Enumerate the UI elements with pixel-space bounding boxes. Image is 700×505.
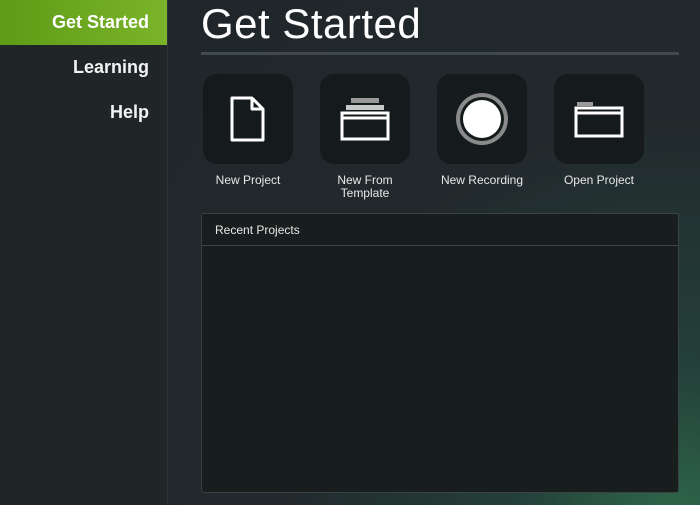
document-icon bbox=[230, 96, 265, 142]
recent-projects-panel: Recent Projects bbox=[201, 213, 679, 493]
recent-projects-list[interactable] bbox=[202, 246, 678, 492]
template-icon bbox=[340, 98, 390, 141]
open-project-button[interactable]: Open Project bbox=[539, 74, 659, 187]
sidebar-item-help[interactable]: Help bbox=[0, 90, 167, 135]
recent-projects-header: Recent Projects bbox=[202, 214, 678, 246]
new-from-template-tile[interactable] bbox=[320, 74, 410, 164]
new-recording-button[interactable]: New Recording bbox=[422, 74, 542, 187]
new-from-template-button[interactable]: New From Template bbox=[305, 74, 425, 200]
main-panel: Get Started New Project New From Templat… bbox=[168, 0, 700, 505]
sidebar-item-get-started[interactable]: Get Started bbox=[0, 0, 167, 45]
open-project-label: Open Project bbox=[563, 173, 635, 187]
quick-actions: New Project New From Template New Record… bbox=[201, 74, 681, 204]
sidebar-item-learning[interactable]: Learning bbox=[0, 45, 167, 90]
open-project-tile[interactable] bbox=[554, 74, 644, 164]
new-project-label: New Project bbox=[215, 173, 281, 187]
record-icon bbox=[456, 93, 508, 145]
new-project-tile[interactable] bbox=[203, 74, 293, 164]
page-title: Get Started bbox=[201, 0, 422, 47]
title-divider bbox=[201, 52, 679, 55]
app-window: Get Started Learning Help Get Started Ne… bbox=[0, 0, 700, 505]
folder-icon bbox=[574, 102, 624, 138]
new-recording-tile[interactable] bbox=[437, 74, 527, 164]
sidebar: Get Started Learning Help bbox=[0, 0, 168, 505]
new-from-template-label: New From Template bbox=[337, 173, 393, 200]
new-project-button[interactable]: New Project bbox=[188, 74, 308, 187]
sidebar-item-label: Get Started bbox=[51, 12, 149, 32]
sidebar-item-label: Help bbox=[109, 102, 149, 122]
sidebar-item-label: Learning bbox=[72, 57, 149, 77]
new-recording-label: New Recording bbox=[440, 173, 524, 187]
